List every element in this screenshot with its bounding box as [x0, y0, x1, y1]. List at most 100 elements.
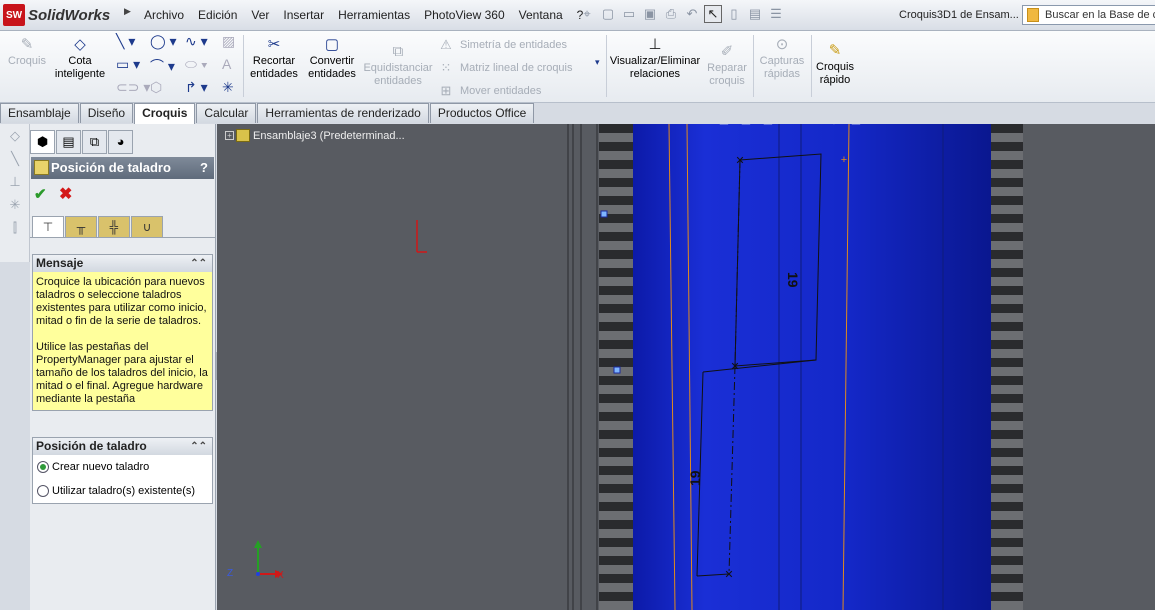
new-document-icon[interactable]: ▢: [599, 5, 617, 23]
text-icon[interactable]: A: [222, 56, 231, 72]
collapse-chevron-icon[interactable]: ⌃⌃: [190, 255, 207, 272]
croquis-button[interactable]: ✎ Croquis: [6, 37, 48, 68]
construction-icon[interactable]: ▨: [222, 33, 235, 50]
menu-archivo[interactable]: Archivo: [144, 8, 184, 22]
radio-button[interactable]: [37, 461, 49, 473]
convertir-entidades-button[interactable]: ▢ Convertir entidades: [304, 37, 360, 81]
save-icon[interactable]: ▣: [641, 5, 659, 23]
polygon-icon[interactable]: ⬡: [150, 79, 162, 96]
menu-insertar[interactable]: Insertar: [283, 8, 324, 22]
collapse-chevron-icon[interactable]: ⌃⌃: [190, 438, 207, 455]
previous-view-icon[interactable]: ↗: [694, 124, 710, 128]
tab-productos-office[interactable]: Productos Office: [429, 103, 535, 123]
message-paragraph-1: Croquice la ubicación para nuevos taladr…: [36, 276, 207, 327]
radio-utilizar-existente[interactable]: Utilizar taladro(s) existente(s): [33, 479, 212, 503]
menu-bar: Archivo Edición Ver Insertar Herramienta…: [137, 8, 590, 22]
matriz-lineal-button[interactable]: ⁙ Matriz lineal de croquis: [438, 60, 573, 76]
pin-icon[interactable]: ⌖: [578, 5, 596, 23]
first-part-tab-icon[interactable]: ╥: [65, 216, 97, 238]
expand-icon[interactable]: +: [225, 131, 234, 140]
select-pointer-icon[interactable]: ↖: [704, 5, 722, 23]
solidworks-logo[interactable]: SW SolidWorks: [3, 4, 123, 26]
dimension-label-bottom[interactable]: 19: [687, 470, 703, 486]
reparar-croquis-button[interactable]: ✐ Reparar croquis: [704, 44, 750, 88]
line-icon[interactable]: ╲ ▾: [116, 33, 135, 50]
menu-ventana[interactable]: Ventana: [519, 8, 563, 22]
separator: [811, 35, 812, 97]
zoom-to-fit-icon[interactable]: ⊕: [650, 124, 666, 128]
view-settings-icon[interactable]: ▣: [848, 124, 864, 128]
line-icon[interactable]: ╲: [0, 147, 30, 170]
tab-renderizado[interactable]: Herramientas de renderizado: [257, 103, 429, 123]
zoom-to-area-icon[interactable]: ⊕: [672, 124, 688, 128]
section-view-icon[interactable]: ▥: [716, 124, 732, 128]
graphics-area[interactable]: ✕ ✕ ✕ + 19 19 Z X + Ensamblaje3 (Predete…: [217, 124, 1155, 610]
capturas-rapidas-button[interactable]: ⊙ Capturas rápidas: [756, 37, 808, 81]
hide-show-items-icon[interactable]: ⚇: [782, 124, 798, 128]
mover-entidades-button[interactable]: ⊞ Mover entidades: [438, 83, 542, 99]
message-group-header[interactable]: Mensaje ⌃⌃: [33, 255, 212, 272]
dimension-label-top[interactable]: 19: [785, 272, 801, 288]
recortar-entidades-button[interactable]: ✂ Recortar entidades: [247, 37, 301, 81]
tab-calcular[interactable]: Calcular: [196, 103, 257, 123]
command-manager: ✎ Croquis ◇ Cota inteligente ╲ ▾ ◯ ▾ ∿ ▾…: [0, 31, 1155, 103]
undo-icon[interactable]: ↶: [683, 5, 701, 23]
display-style-icon[interactable]: ◧: [760, 124, 776, 128]
croquis-rapido-button[interactable]: ✎ Croquis rápido: [813, 43, 857, 87]
help-button[interactable]: ?: [200, 157, 208, 179]
circle-icon[interactable]: ◯ ▾: [150, 33, 177, 50]
tab-diseno[interactable]: Diseño: [79, 103, 134, 123]
radio-crear-nuevo[interactable]: Crear nuevo taladro: [33, 455, 212, 479]
position-group-header[interactable]: Posición de taladro ⌃⌃: [33, 438, 212, 455]
axis-icon[interactable]: ⊥: [0, 170, 30, 193]
options-icon[interactable]: ☰: [767, 5, 785, 23]
convertir-label-2: entidades: [308, 68, 356, 80]
rebuild-icon[interactable]: ▯: [725, 5, 743, 23]
relations-icon[interactable]: ⫿: [0, 216, 30, 239]
simetria-entidades-button[interactable]: ⚠ Simetría de entidades: [438, 37, 567, 53]
feature-manager-tab-icon[interactable]: ⬢: [30, 130, 55, 154]
view-orientation-icon[interactable]: ▦: [738, 124, 754, 128]
spline-icon[interactable]: ∿ ▾: [185, 33, 208, 50]
menu-photoview[interactable]: PhotoView 360: [424, 8, 505, 22]
last-part-tab-icon[interactable]: ∪: [131, 216, 163, 238]
equidistanciar-entidades-button[interactable]: ⧉ Equidistanciar entidades: [363, 44, 433, 88]
visualizar-relaciones-button[interactable]: ⊥ Visualizar/Eliminar relaciones: [609, 37, 701, 81]
file-properties-icon[interactable]: ▤: [746, 5, 764, 23]
search-input[interactable]: Buscar en la Base de c: [1045, 9, 1155, 21]
property-manager-header: Posición de taladro ?: [31, 157, 214, 179]
smart-dimension-icon[interactable]: ◇: [0, 124, 30, 147]
slot-icon[interactable]: ⊂⊃ ▾: [116, 79, 150, 96]
display-manager-tab-icon[interactable]: ◕: [108, 130, 133, 154]
search-box[interactable]: Buscar en la Base de c: [1022, 5, 1155, 25]
apply-scene-icon[interactable]: ◈: [826, 124, 842, 128]
cancel-x-icon[interactable]: ✖: [59, 184, 72, 204]
arc-icon[interactable]: ⌒ ▾: [150, 56, 175, 76]
point-icon[interactable]: ✳: [0, 193, 30, 216]
configuration-manager-tab-icon[interactable]: ⧉: [82, 130, 107, 154]
menu-herramientas[interactable]: Herramientas: [338, 8, 410, 22]
print-icon[interactable]: ⎙: [662, 5, 680, 23]
tab-ensamblaje[interactable]: Ensamblaje: [0, 103, 79, 123]
pattern-dropdown-icon[interactable]: ▾: [595, 57, 600, 68]
cota-inteligente-button[interactable]: ◇ Cota inteligente: [50, 37, 110, 81]
middle-part-tab-icon[interactable]: ╬: [98, 216, 130, 238]
menu-ver[interactable]: Ver: [251, 8, 269, 22]
ok-check-icon[interactable]: ✔: [34, 185, 47, 203]
open-icon[interactable]: ▭: [620, 5, 638, 23]
menu-edicion[interactable]: Edición: [198, 8, 237, 22]
rectangle-icon[interactable]: ▭ ▾: [116, 56, 140, 73]
radio-button[interactable]: [37, 485, 49, 497]
fillet-icon[interactable]: ↱ ▾: [185, 79, 208, 96]
edit-appearance-icon[interactable]: ◐: [804, 124, 820, 128]
ellipse-icon[interactable]: ⬭ ▾: [185, 56, 208, 73]
point-icon[interactable]: ✳: [222, 79, 234, 96]
mirror-icon: ⚠: [440, 37, 452, 52]
tab-croquis[interactable]: Croquis: [134, 103, 196, 124]
position-group: Posición de taladro ⌃⌃ Crear nuevo talad…: [32, 437, 213, 504]
feature-tree-root[interactable]: + Ensamblaje3 (Predeterminad...: [225, 129, 405, 142]
message-text: Croquice la ubicación para nuevos taladr…: [33, 272, 212, 410]
hole-position-tab-icon[interactable]: ⊤: [32, 216, 64, 238]
property-manager-tab-icon[interactable]: ▤: [56, 130, 81, 154]
logo-dropdown-arrow-icon[interactable]: ▶: [124, 6, 131, 17]
